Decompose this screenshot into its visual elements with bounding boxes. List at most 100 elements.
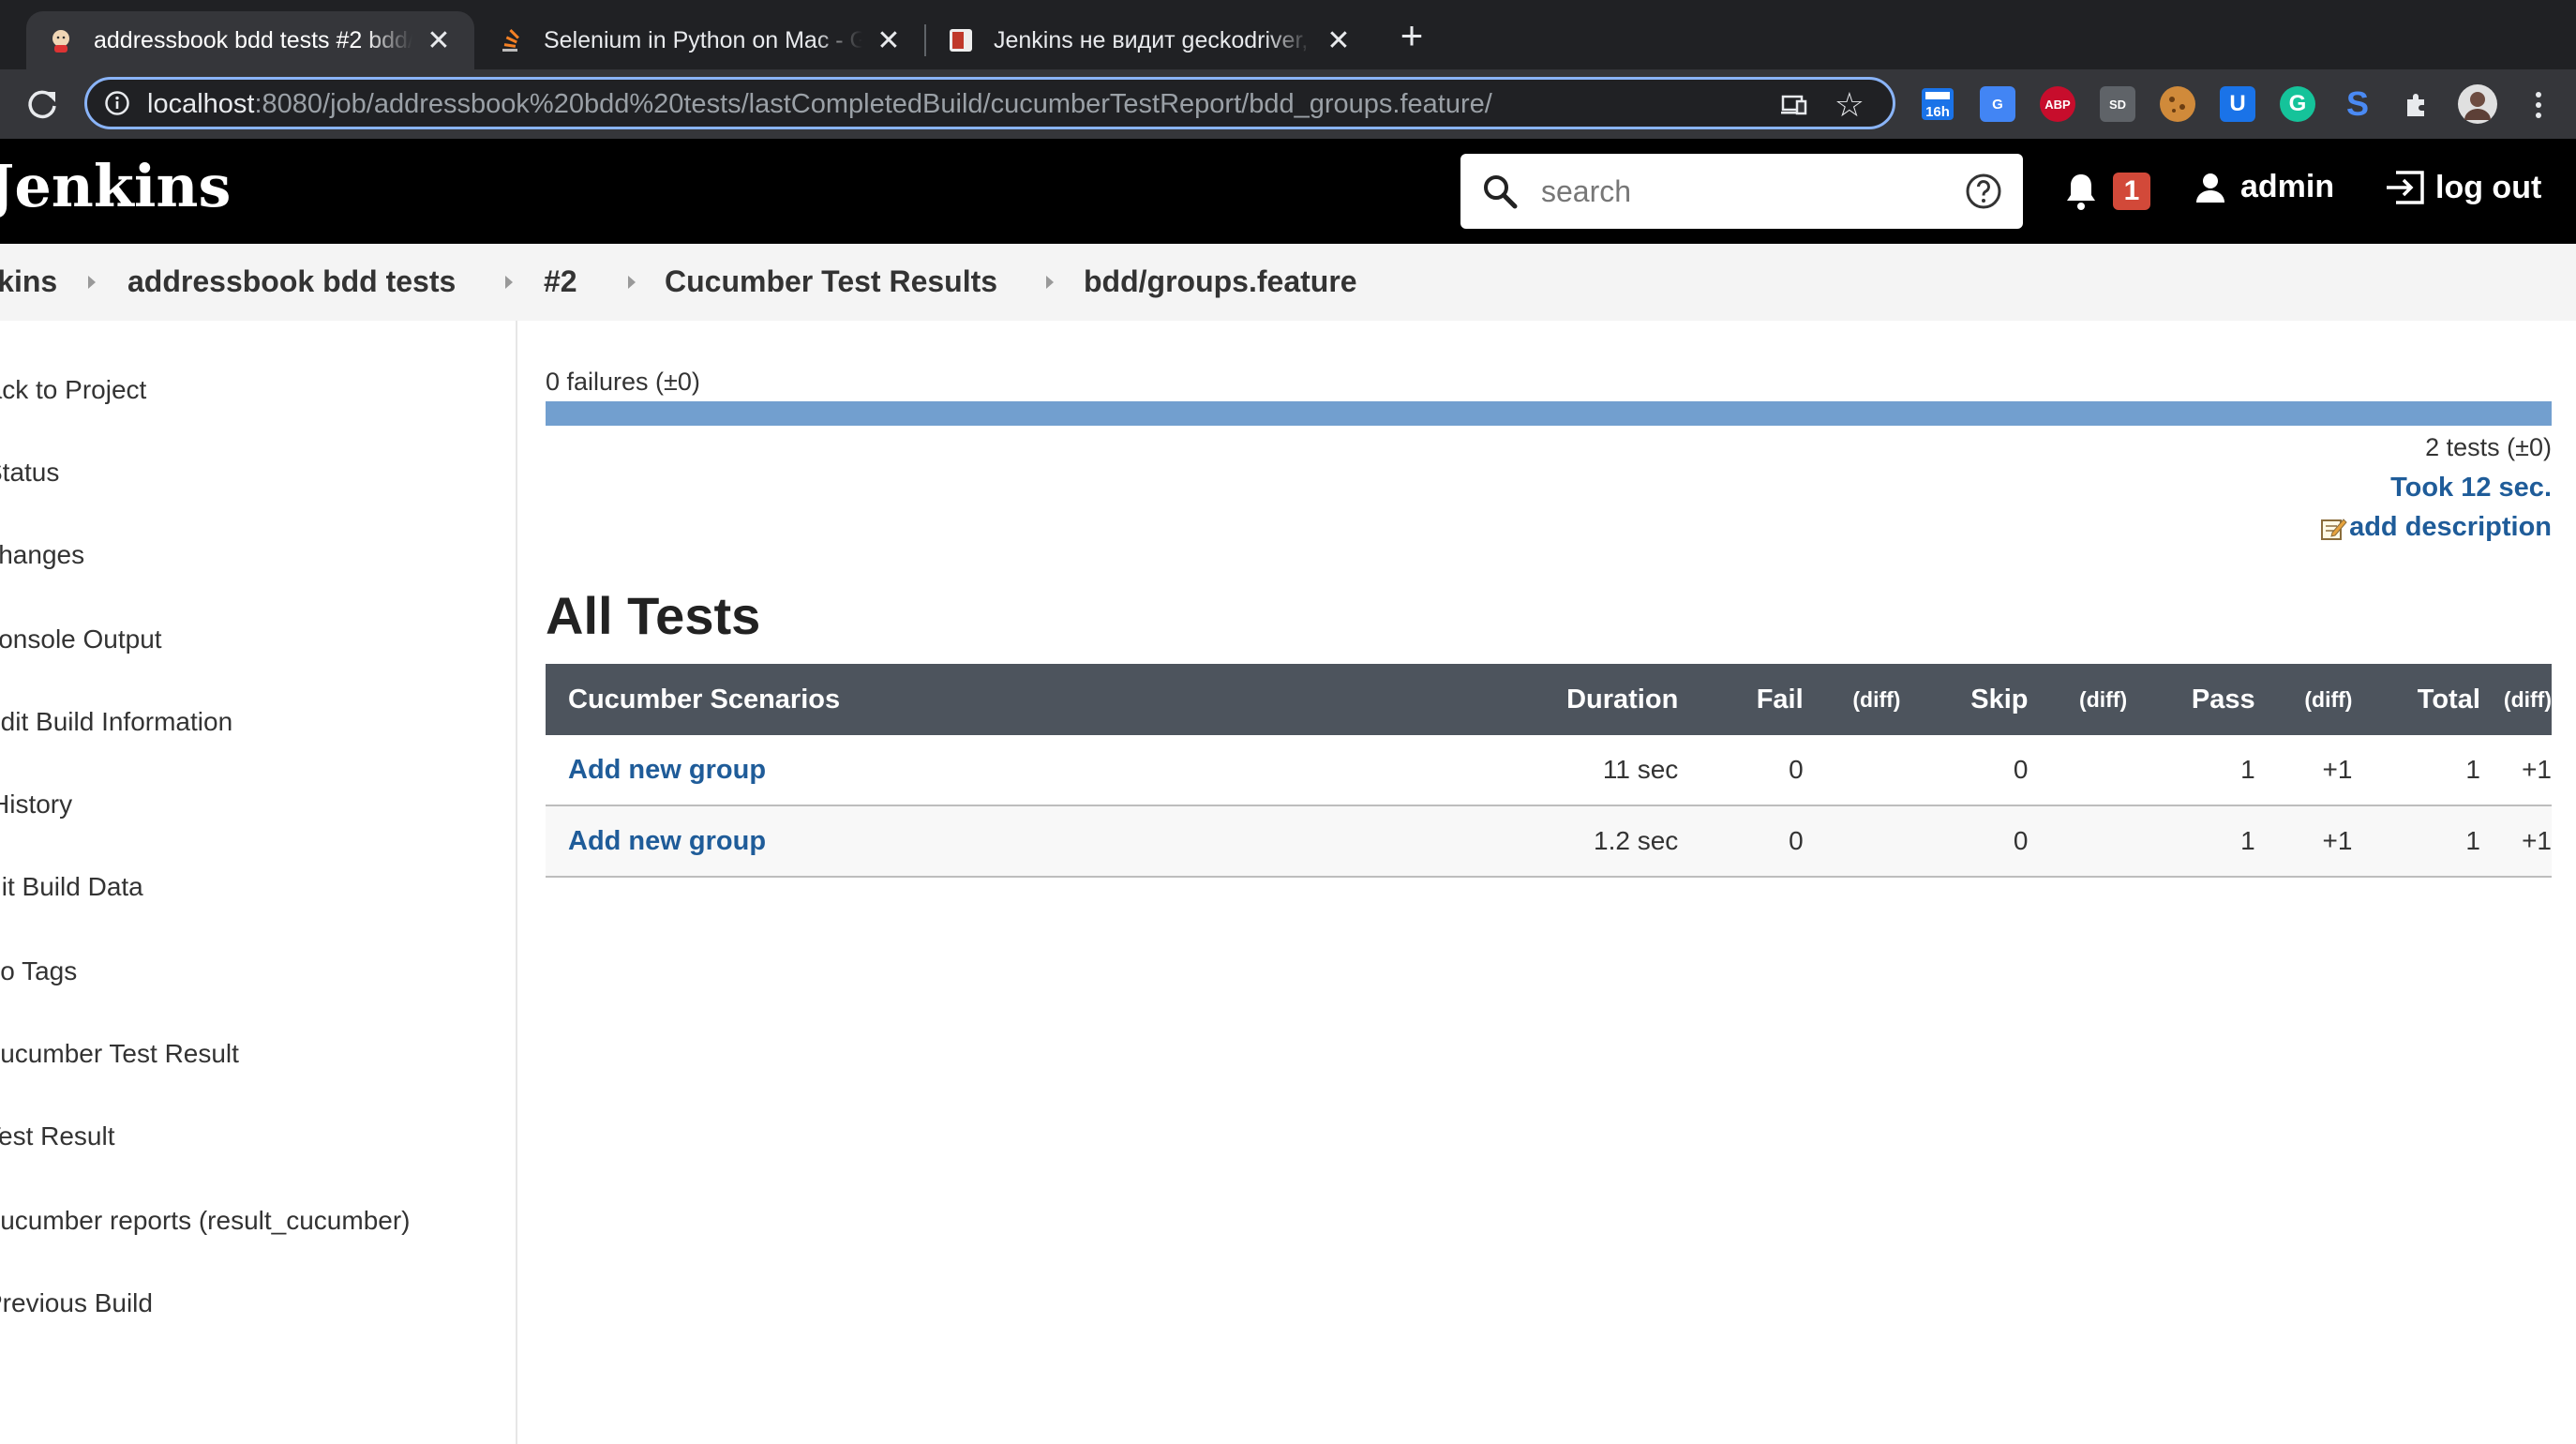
failures-summary: 0 failures (±0) xyxy=(546,368,700,396)
site-info-icon[interactable] xyxy=(104,90,130,116)
jenkins-favicon-icon xyxy=(52,30,69,53)
cookie-ext-icon[interactable] xyxy=(2160,86,2195,122)
duration-cell: 11 sec xyxy=(1535,735,1679,806)
col-header-skip-diff[interactable]: (diff) xyxy=(2028,664,2128,735)
close-tab-icon[interactable]: ✕ xyxy=(876,24,902,57)
sd-ext-icon[interactable]: SD xyxy=(2100,86,2135,122)
grammarly-ext-icon[interactable]: G xyxy=(2280,86,2315,122)
search-box xyxy=(1460,154,2023,229)
add-description-label: add description xyxy=(2349,512,2552,542)
pass-diff-cell: +1 xyxy=(2254,805,2353,878)
habr-favicon-icon xyxy=(950,29,972,52)
test-results-table: Cucumber Scenarios Duration Fail (diff) … xyxy=(546,664,2552,878)
fail-cell: 0 xyxy=(1678,735,1804,806)
new-tab-button[interactable]: + xyxy=(1391,15,1432,56)
col-header-total[interactable]: Total xyxy=(2352,664,2480,735)
breadcrumb-cucumber-results[interactable]: Cucumber Test Results xyxy=(665,264,997,299)
sidebar-item-back-to-project[interactable]: Back to Project xyxy=(0,375,146,405)
browser-tab-active[interactable]: addressbook bdd tests #2 bdd/groups.feat… xyxy=(26,11,474,69)
col-header-fail[interactable]: Fail xyxy=(1678,664,1804,735)
col-header-skip[interactable]: Skip xyxy=(1900,664,2029,735)
took-duration-link[interactable]: Took 12 sec. xyxy=(2390,473,2552,504)
translate-ext-label: G xyxy=(1992,96,2003,113)
total-diff-cell: +1 xyxy=(2479,735,2552,806)
col-header-total-diff[interactable]: (diff) xyxy=(2479,664,2552,735)
total-cell: 1 xyxy=(2352,805,2480,878)
fail-cell: 0 xyxy=(1678,805,1804,878)
close-tab-icon[interactable]: ✕ xyxy=(426,24,452,57)
col-header-pass[interactable]: Pass xyxy=(2127,664,2255,735)
u-ext-icon[interactable]: U xyxy=(2220,86,2255,122)
notifications-bell-icon[interactable] xyxy=(2062,171,2100,212)
breadcrumb-build[interactable]: #2 xyxy=(544,264,577,299)
breadcrumb-chevron-icon xyxy=(628,276,636,289)
notepad-icon xyxy=(2321,518,2347,540)
fail-diff-cell xyxy=(1803,805,1901,878)
sidebar-item-no-tags[interactable]: No Tags xyxy=(0,956,77,986)
bookmark-star-icon[interactable]: ☆ xyxy=(1835,85,1865,125)
skip-diff-cell xyxy=(2028,805,2128,878)
adblock-ext-icon[interactable]: ABP xyxy=(2040,86,2075,122)
sidebar-item-history[interactable]: History xyxy=(0,790,72,820)
sidebar-item-previous-build[interactable]: Previous Build xyxy=(0,1288,153,1318)
pass-cell: 1 xyxy=(2127,735,2255,806)
url-host: localhost xyxy=(147,89,255,119)
browser-tab-bar: addressbook bdd tests #2 bdd/groups.feat… xyxy=(0,0,2576,69)
search-input[interactable] xyxy=(1539,167,1955,216)
calendar-ext-label: 16h xyxy=(1925,104,1950,120)
page-title: All Tests xyxy=(546,586,761,645)
user-menu[interactable]: admin xyxy=(2194,169,2334,205)
col-header-pass-diff[interactable]: (diff) xyxy=(2254,664,2353,735)
sidebar-item-edit-build-information[interactable]: Edit Build Information xyxy=(0,707,232,737)
sidebar-item-console-output[interactable]: Console Output xyxy=(0,624,162,654)
install-app-icon[interactable] xyxy=(1780,91,1808,119)
side-panel: Back to Project Status Changes Console O… xyxy=(0,321,517,1444)
profile-avatar-icon[interactable] xyxy=(2456,83,2499,126)
breadcrumb-chevron-icon xyxy=(505,276,513,289)
s-ext-icon[interactable]: S xyxy=(2340,84,2375,123)
help-icon[interactable] xyxy=(1965,173,2002,210)
skip-cell: 0 xyxy=(1900,735,2029,806)
col-header-fail-diff[interactable]: (diff) xyxy=(1803,664,1901,735)
calendar-ext-icon[interactable]: 16h xyxy=(1920,86,1955,122)
col-header-duration[interactable]: Duration xyxy=(1535,664,1679,735)
breadcrumb-project[interactable]: addressbook bdd tests xyxy=(127,264,456,299)
scenario-cell: Add new group xyxy=(546,805,1536,878)
sidebar-item-cucumber-test-result[interactable]: Cucumber Test Result xyxy=(0,1039,239,1069)
address-bar[interactable]: localhost:8080/job/addressbook%20bdd%20t… xyxy=(84,77,1895,129)
pass-diff-cell: +1 xyxy=(2254,735,2353,806)
add-description-link[interactable]: add description xyxy=(2319,512,2552,543)
browser-tab[interactable]: Selenium in Python on Mac - Geckodriver … xyxy=(476,11,924,69)
translate-ext-icon[interactable]: G xyxy=(1980,86,2015,122)
address-url: localhost:8080/job/addressbook%20bdd%20t… xyxy=(147,89,1492,120)
s-ext-label: S xyxy=(2345,84,2369,123)
close-tab-icon[interactable]: ✕ xyxy=(1325,24,1352,57)
table-row: Add new group 11 sec 0 0 1 +1 1 +1 xyxy=(546,735,2552,806)
grammarly-ext-label: G xyxy=(2288,91,2307,116)
notification-count-badge[interactable]: 1 xyxy=(2113,173,2150,210)
sidebar-item-status[interactable]: Status xyxy=(0,458,59,488)
sidebar-item-test-result[interactable]: Test Result xyxy=(0,1121,115,1151)
jenkins-header: Jenkins 1 admin log out xyxy=(0,139,2576,244)
adblock-ext-label: ABP xyxy=(2044,97,2071,112)
scenario-link[interactable]: Add new group xyxy=(568,826,766,856)
sidebar-item-git-build-data[interactable]: Git Build Data xyxy=(0,872,143,902)
sidebar-item-changes[interactable]: Changes xyxy=(0,540,84,570)
breadcrumb-feature[interactable]: bdd/groups.feature xyxy=(1084,264,1357,299)
browser-tab[interactable]: Jenkins не видит geckodriver, как исправ… xyxy=(926,11,1374,69)
reload-icon[interactable] xyxy=(22,84,62,124)
col-header-scenarios[interactable]: Cucumber Scenarios xyxy=(546,664,1536,735)
pass-progress-bar xyxy=(546,401,2552,426)
pass-cell: 1 xyxy=(2127,805,2255,878)
cookie-glyph xyxy=(2169,97,2185,113)
extensions-puzzle-icon[interactable] xyxy=(2400,86,2435,122)
breadcrumb-jenkins[interactable]: Jenkins xyxy=(0,264,57,299)
sidebar-item-cucumber-reports[interactable]: Cucumber reports (result_cucumber) xyxy=(0,1206,411,1236)
jenkins-logo[interactable]: Jenkins xyxy=(0,152,231,220)
logout-link[interactable]: log out xyxy=(2383,169,2541,206)
scenario-link[interactable]: Add new group xyxy=(568,755,766,785)
sd-ext-label: SD xyxy=(2108,97,2127,112)
stackoverflow-favicon-icon xyxy=(502,29,519,52)
breadcrumb-chevron-icon xyxy=(88,276,96,289)
browser-menu-icon[interactable] xyxy=(2529,86,2548,124)
